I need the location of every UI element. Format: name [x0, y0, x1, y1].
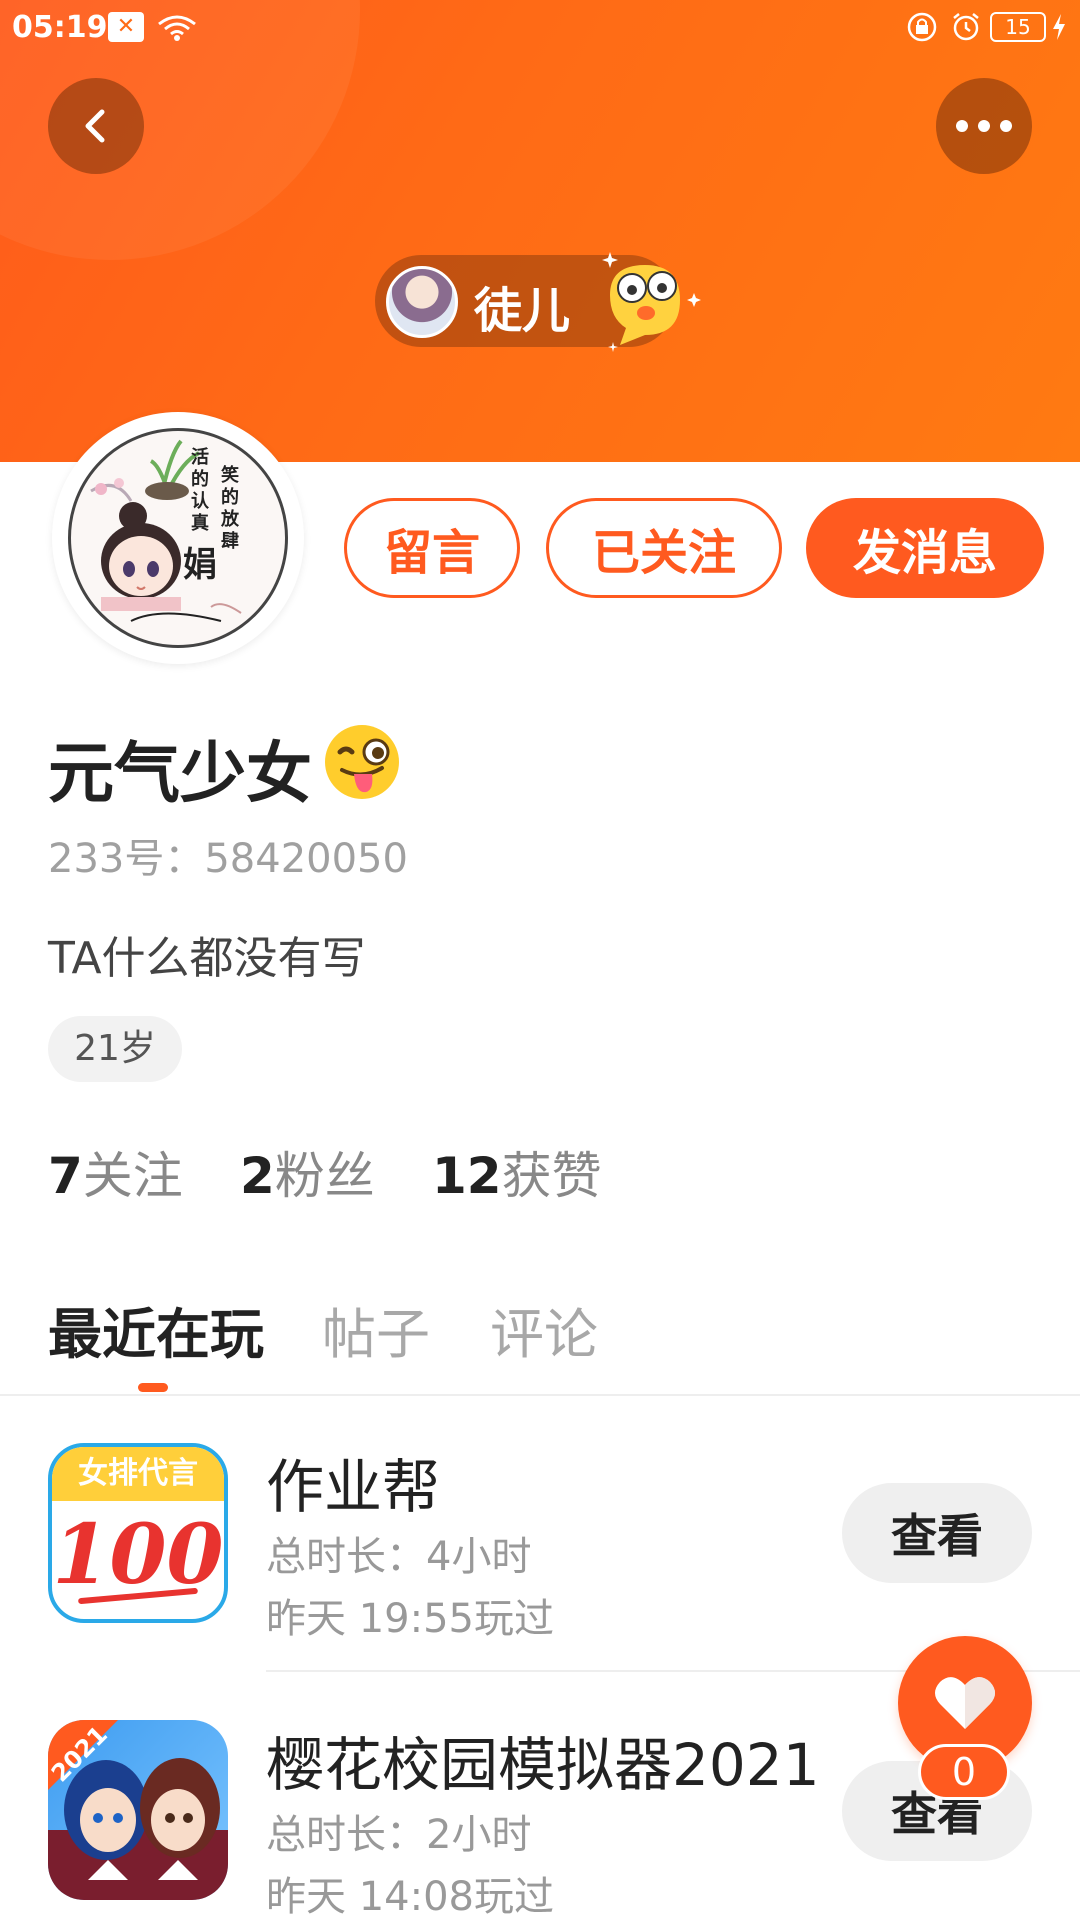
send-message-button[interactable]: 发消息	[806, 498, 1044, 598]
header-title: 徒儿	[474, 283, 571, 339]
more-options-button[interactable]	[936, 78, 1032, 174]
lock-rotation-icon	[907, 12, 937, 42]
tab-active-indicator	[138, 1383, 168, 1392]
profile-avatar[interactable]: 活的认真 笑的放肆 娟	[68, 428, 288, 648]
status-time: 05:19	[12, 10, 108, 45]
chevron-left-icon	[85, 109, 105, 143]
likes-label: 获赞	[501, 1147, 602, 1205]
tab-comments[interactable]: 评论	[490, 1290, 598, 1369]
surprised-emoji-icon	[602, 252, 701, 352]
game-last-played: 昨天 14:08玩过	[266, 1874, 554, 1920]
profile-header-background	[0, 0, 1080, 462]
fans-count: 2	[240, 1147, 275, 1205]
tongue-wink-emoji-icon	[325, 725, 399, 799]
avatar-text-left: 活的认真	[191, 447, 209, 534]
status-bar: 05:19 ✕ 15	[0, 0, 1080, 56]
stat-likes[interactable]: 12获赞	[432, 1136, 602, 1208]
fans-label: 粉丝	[274, 1147, 375, 1205]
tab-posts[interactable]: 帖子	[322, 1290, 430, 1369]
profile-nickname: 元气少女	[48, 735, 312, 812]
following-count: 7	[48, 1147, 83, 1205]
like-count-badge: 0	[918, 1744, 1010, 1800]
profile-bio: TA什么都没有写	[48, 933, 366, 984]
battery-icon: 15	[990, 12, 1046, 42]
tab-divider	[0, 1394, 1080, 1396]
game-icon-number: 100	[52, 1507, 224, 1603]
profile-uid: 233号：58420050	[48, 836, 408, 882]
age-tag: 21岁	[48, 1016, 182, 1082]
view-game-button[interactable]: 查看	[842, 1483, 1032, 1583]
game-icon-sakura-school[interactable]: 2021	[48, 1720, 228, 1900]
avatar-illustration	[90, 439, 242, 622]
following-label: 关注	[82, 1147, 183, 1205]
game-icon-banner: 女排代言	[52, 1447, 224, 1501]
tab-recent-playing[interactable]: 最近在玩	[48, 1290, 264, 1369]
header-avatar	[386, 266, 458, 338]
charging-icon	[1053, 14, 1065, 40]
more-dots-icon	[956, 120, 1012, 132]
leave-message-button[interactable]: 留言	[344, 498, 520, 598]
followed-button[interactable]: 已关注	[546, 498, 782, 598]
wifi-icon	[158, 15, 196, 41]
alarm-icon	[953, 13, 979, 41]
heart-icon	[935, 1677, 995, 1729]
back-button[interactable]	[48, 78, 144, 174]
game-last-played: 昨天 19:55玩过	[266, 1596, 554, 1642]
game-title[interactable]: 作业帮	[266, 1440, 440, 1524]
game-duration: 总时长：2小时	[266, 1812, 532, 1858]
game-title[interactable]: 樱花校园模拟器2021	[266, 1718, 820, 1802]
stat-following[interactable]: 7关注	[48, 1136, 183, 1208]
avatar-text-right: 笑的放肆	[221, 465, 239, 552]
stat-fans[interactable]: 2粉丝	[240, 1136, 375, 1208]
game-duration: 总时长：4小时	[266, 1534, 532, 1580]
game-icon-zuoyebang[interactable]: 女排代言 100	[48, 1443, 228, 1623]
notification-x-icon: ✕	[108, 12, 144, 42]
avatar-text-name: 娟	[183, 545, 217, 585]
likes-count: 12	[432, 1147, 502, 1205]
game-icon-banner-text: 女排代言	[78, 1456, 198, 1491]
